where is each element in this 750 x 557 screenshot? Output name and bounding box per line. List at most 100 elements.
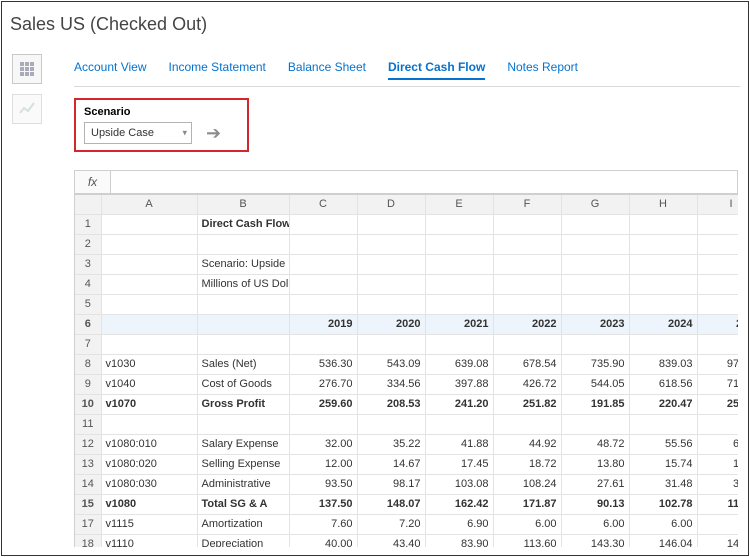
cell[interactable] xyxy=(101,294,197,314)
value-cell[interactable]: 536.30 xyxy=(289,354,357,374)
value-cell[interactable]: 113.60 xyxy=(493,534,561,547)
value-cell[interactable]: 678.54 xyxy=(493,354,561,374)
value-cell[interactable]: 639.08 xyxy=(425,354,493,374)
value-cell[interactable]: 143.30 xyxy=(561,534,629,547)
value-cell[interactable]: 35.22 xyxy=(357,434,425,454)
value-cell[interactable]: 220.47 xyxy=(629,394,697,414)
value-cell[interactable]: 426.72 xyxy=(493,374,561,394)
cell[interactable] xyxy=(697,334,738,354)
cell[interactable] xyxy=(289,254,357,274)
col-header[interactable]: D xyxy=(357,195,425,214)
year-header[interactable]: 2021 xyxy=(425,314,493,334)
grid-view-button[interactable] xyxy=(12,54,42,84)
value-cell[interactable]: 64.57 xyxy=(697,434,738,454)
cell[interactable] xyxy=(289,274,357,294)
cell[interactable] xyxy=(101,234,197,254)
value-cell[interactable]: 6.00 xyxy=(493,514,561,534)
cell[interactable] xyxy=(101,214,197,234)
value-cell[interactable]: 83.90 xyxy=(425,534,493,547)
value-cell[interactable]: 241.20 xyxy=(425,394,493,414)
cell[interactable] xyxy=(289,334,357,354)
value-cell[interactable]: 34.44 xyxy=(697,474,738,494)
apply-arrow-icon[interactable]: ➔ xyxy=(206,123,221,144)
spreadsheet[interactable]: A B C D E F G H I J 1Direct Cash Flow fo… xyxy=(74,194,738,547)
tab-income-statement[interactable]: Income Statement xyxy=(169,60,266,80)
value-cell[interactable]: 18.72 xyxy=(493,454,561,474)
value-cell[interactable]: 397.88 xyxy=(425,374,493,394)
value-cell[interactable] xyxy=(493,414,561,434)
cell[interactable] xyxy=(697,214,738,234)
cell[interactable] xyxy=(561,254,629,274)
value-cell[interactable]: 102.78 xyxy=(629,494,697,514)
value-cell[interactable]: 251.82 xyxy=(493,394,561,414)
col-header[interactable]: A xyxy=(101,195,197,214)
scenario-select[interactable]: Upside Case ▾ xyxy=(84,122,192,144)
cell[interactable] xyxy=(357,294,425,314)
account-id[interactable]: v1080:030 xyxy=(101,474,197,494)
value-cell[interactable]: 17.22 xyxy=(697,454,738,474)
col-header[interactable]: B xyxy=(197,195,289,214)
cell[interactable] xyxy=(697,234,738,254)
cell[interactable] xyxy=(357,274,425,294)
value-cell[interactable]: 98.17 xyxy=(357,474,425,494)
account-id[interactable]: v1030 xyxy=(101,354,197,374)
row-header[interactable]: 8 xyxy=(75,354,101,374)
value-cell[interactable]: 735.90 xyxy=(561,354,629,374)
cell[interactable] xyxy=(493,214,561,234)
value-cell[interactable]: 15.74 xyxy=(629,454,697,474)
value-cell[interactable]: 17.45 xyxy=(425,454,493,474)
value-cell[interactable]: 43.40 xyxy=(357,534,425,547)
cell[interactable] xyxy=(197,314,289,334)
value-cell[interactable] xyxy=(357,414,425,434)
value-cell[interactable]: 162.42 xyxy=(425,494,493,514)
value-cell[interactable]: 14.67 xyxy=(357,454,425,474)
tab-direct-cash-flow[interactable]: Direct Cash Flow xyxy=(388,60,485,80)
value-cell[interactable]: 191.85 xyxy=(561,394,629,414)
value-cell[interactable] xyxy=(561,414,629,434)
corner-cell[interactable] xyxy=(75,195,101,214)
cell[interactable] xyxy=(629,234,697,254)
cell[interactable] xyxy=(197,334,289,354)
cell[interactable] xyxy=(493,254,561,274)
account-label[interactable]: Amortization xyxy=(197,514,289,534)
units-line[interactable]: Millions of US Dollar xyxy=(197,274,289,294)
year-header[interactable]: 2020 xyxy=(357,314,425,334)
cell[interactable] xyxy=(425,274,493,294)
value-cell[interactable]: 208.53 xyxy=(357,394,425,414)
row-header[interactable]: 12 xyxy=(75,434,101,454)
cell[interactable] xyxy=(493,234,561,254)
cell[interactable] xyxy=(425,214,493,234)
account-id[interactable]: v1080 xyxy=(101,494,197,514)
row-header[interactable]: 14 xyxy=(75,474,101,494)
formula-input[interactable] xyxy=(111,171,737,193)
value-cell[interactable]: 7.20 xyxy=(357,514,425,534)
cell[interactable] xyxy=(357,234,425,254)
cell[interactable] xyxy=(197,294,289,314)
account-id[interactable] xyxy=(101,414,197,434)
col-header[interactable]: C xyxy=(289,195,357,214)
row-header[interactable]: 13 xyxy=(75,454,101,474)
row-header[interactable]: 7 xyxy=(75,334,101,354)
value-cell[interactable]: 93.50 xyxy=(289,474,357,494)
account-id[interactable]: v1110 xyxy=(101,534,197,547)
value-cell[interactable]: 27.61 xyxy=(561,474,629,494)
account-id[interactable]: v1070 xyxy=(101,394,197,414)
value-cell[interactable]: 108.24 xyxy=(493,474,561,494)
row-header[interactable]: 6 xyxy=(75,314,101,334)
value-cell[interactable]: 146.04 xyxy=(629,534,697,547)
col-header[interactable]: F xyxy=(493,195,561,214)
row-header[interactable]: 15 xyxy=(75,494,101,514)
cell[interactable] xyxy=(493,294,561,314)
account-label[interactable] xyxy=(197,414,289,434)
value-cell[interactable]: 48.72 xyxy=(561,434,629,454)
cell[interactable] xyxy=(561,334,629,354)
value-cell[interactable]: 12.00 xyxy=(289,454,357,474)
value-cell[interactable] xyxy=(425,414,493,434)
row-header[interactable]: 9 xyxy=(75,374,101,394)
value-cell[interactable]: 55.56 xyxy=(629,434,697,454)
value-cell[interactable]: 31.48 xyxy=(629,474,697,494)
value-cell[interactable]: 103.08 xyxy=(425,474,493,494)
cell[interactable] xyxy=(629,334,697,354)
cell[interactable] xyxy=(197,234,289,254)
year-header[interactable]: 2025 xyxy=(697,314,738,334)
